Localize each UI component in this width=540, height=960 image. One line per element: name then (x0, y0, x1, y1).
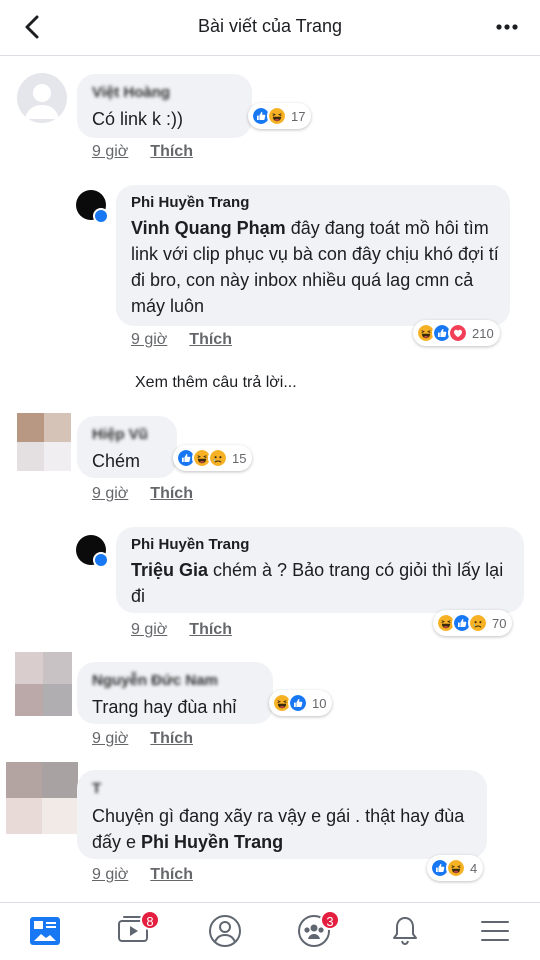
comment-author[interactable]: T (92, 780, 101, 797)
avatar[interactable] (15, 652, 72, 716)
comment-meta: 9 giờ Thích (92, 730, 193, 748)
default-avatar-icon (25, 84, 59, 119)
verified-badge-icon (93, 208, 109, 224)
groups-badge: 3 (320, 910, 340, 930)
like-button[interactable]: Thích (189, 331, 232, 348)
reaction-summary[interactable]: 210 (413, 320, 500, 346)
comment-author[interactable]: Nguyễn Đức Nam (92, 672, 218, 689)
avatar[interactable] (6, 762, 78, 834)
reaction-count: 10 (312, 695, 327, 711)
comment-text: Chém (92, 451, 141, 471)
view-more-replies-link[interactable]: Xem thêm câu trả lời... (135, 374, 297, 392)
comment-text: Vinh Quang Phạm đây đang toát mồ hôi tìm… (131, 218, 499, 316)
blurred-avatar-icon (17, 413, 71, 471)
comment-time[interactable]: 9 giờ (92, 730, 128, 747)
comment-time[interactable]: 9 giờ (131, 331, 167, 348)
like-button[interactable]: Thích (150, 866, 193, 883)
like-reaction-icon (288, 693, 308, 713)
bottom-tab-bar: 8 3 (0, 902, 540, 960)
reaction-summary[interactable]: 10 (269, 690, 333, 716)
reaction-summary[interactable]: 15 (173, 445, 253, 471)
sad-reaction-icon (208, 448, 228, 468)
comment-text: Trang hay đùa nhỉ (92, 697, 237, 717)
news-feed-icon[interactable] (28, 913, 64, 949)
mention-link[interactable]: Phi Huyền Trang (141, 832, 283, 852)
comment-author[interactable]: Việt Hoàng (92, 84, 170, 101)
comment-meta: 9 giờ Thích (131, 621, 232, 639)
avatar[interactable] (17, 73, 67, 123)
comment-text: Triệu Gia chém à ? Bảo trang có giỏi thì… (131, 560, 504, 606)
like-button[interactable]: Thích (150, 730, 193, 747)
watch-badge: 8 (140, 910, 160, 930)
reaction-summary[interactable]: 4 (427, 855, 484, 881)
comment-author[interactable]: Hiệp Vũ (92, 426, 148, 443)
verified-badge-icon (93, 552, 109, 568)
menu-icon[interactable] (477, 913, 513, 949)
reaction-count: 15 (232, 450, 247, 466)
notifications-icon[interactable] (387, 913, 423, 949)
profile-icon[interactable] (207, 913, 243, 949)
comment-author[interactable]: Phi Huyền Trang (131, 536, 249, 553)
sad-reaction-icon (468, 613, 488, 633)
comment-meta: 9 giờ Thích (131, 331, 232, 349)
reaction-count: 70 (492, 615, 507, 631)
page-title: Bài viết của Trang (197, 16, 343, 36)
blurred-avatar-icon (15, 652, 72, 716)
reaction-count: 4 (470, 860, 478, 876)
haha-reaction-icon (446, 858, 466, 878)
comment-meta: 9 giờ Thích (92, 485, 193, 503)
comment-text: Có link k :)) (92, 109, 184, 129)
comment-meta: 9 giờ Thích (92, 143, 193, 161)
like-button[interactable]: Thích (150, 143, 193, 160)
top-bar: Bài viết của Trang (0, 0, 540, 56)
like-button[interactable]: Thích (189, 621, 232, 638)
haha-reaction-icon (267, 106, 287, 126)
reaction-count: 17 (291, 108, 306, 124)
love-reaction-icon (448, 323, 468, 343)
blurred-avatar-icon (6, 762, 78, 834)
reaction-summary[interactable]: 70 (433, 610, 513, 636)
reaction-count: 210 (472, 325, 494, 341)
like-button[interactable]: Thích (150, 485, 193, 502)
comment-meta: 9 giờ Thích (92, 866, 193, 884)
avatar[interactable] (17, 413, 71, 471)
comment-time[interactable]: 9 giờ (92, 866, 128, 883)
reaction-summary[interactable]: 17 (248, 103, 312, 129)
comment-time[interactable]: 9 giờ (131, 621, 167, 638)
comment-time[interactable]: 9 giờ (92, 485, 128, 502)
comment-text: Chuyện gì đang xãy ra vậy e gái . thật h… (92, 806, 465, 852)
comment-time[interactable]: 9 giờ (92, 143, 128, 160)
comment-author[interactable]: Phi Huyền Trang (131, 194, 249, 211)
mention-link[interactable]: Triệu Gia (131, 560, 208, 580)
mention-link[interactable]: Vinh Quang Phạm (131, 218, 286, 238)
ellipsis-icon[interactable] (492, 12, 522, 42)
